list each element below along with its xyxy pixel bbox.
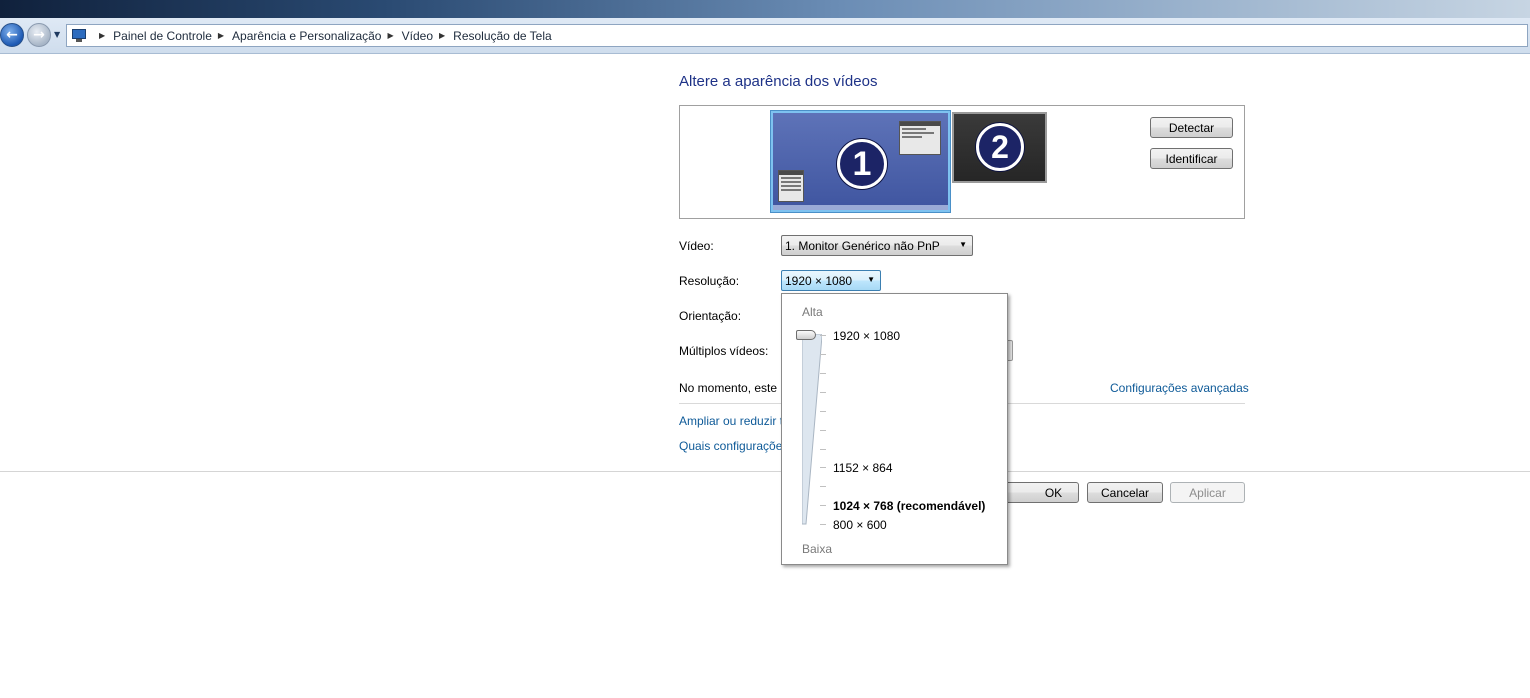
high-label: Alta	[802, 305, 823, 319]
back-arrow-icon: ←	[6, 27, 18, 43]
low-label: Baixa	[802, 542, 833, 556]
back-button[interactable]: ←	[0, 23, 24, 47]
slider-tick	[820, 392, 826, 393]
video-select-value: 1. Monitor Genérico não PnP	[785, 238, 940, 253]
cancel-button[interactable]: Cancelar	[1087, 482, 1163, 503]
divider	[0, 471, 1530, 472]
monitor-2-number: 2	[976, 123, 1024, 171]
monitor-1-number: 1	[837, 139, 887, 189]
ok-button[interactable]: OK	[1004, 482, 1079, 503]
slider-tick	[820, 467, 826, 468]
apply-button[interactable]: Aplicar	[1170, 482, 1245, 503]
slider-tick	[820, 354, 826, 355]
resolution-slider-thumb[interactable]	[796, 330, 816, 340]
slider-tick	[820, 430, 826, 431]
monitor-2-tile[interactable]: 2	[952, 112, 1047, 183]
recent-pages-dropdown-icon[interactable]: ▼	[54, 30, 60, 39]
slider-tick	[820, 505, 826, 506]
orientation-label: Orientação:	[679, 309, 742, 323]
resolution-select-value: 1920 × 1080	[785, 273, 853, 288]
control-panel-icon	[71, 29, 87, 42]
breadcrumb-separator-icon: ▶	[439, 31, 446, 40]
slider-tick	[820, 449, 826, 450]
breadcrumb-separator-icon: ▶	[387, 31, 394, 40]
resolution-option-1024[interactable]: 1024 × 768 (recomendável)	[833, 499, 985, 513]
chevron-down-icon: ▼	[959, 240, 967, 249]
identify-button[interactable]: Identificar	[1150, 148, 1233, 169]
detect-button[interactable]: Detectar	[1150, 117, 1233, 138]
resolution-option-1152[interactable]: 1152 × 864	[833, 461, 893, 475]
chevron-down-icon: ▼	[867, 275, 875, 284]
monitor-1-tile[interactable]: 1	[771, 111, 950, 212]
address-bar[interactable]: ▶ Painel de Controle ▶ Aparência e Perso…	[66, 24, 1528, 47]
resolution-option-800[interactable]: 800 × 600	[833, 518, 887, 532]
video-select[interactable]: 1. Monitor Genérico não PnP ▼	[781, 235, 973, 256]
mini-window-icon	[899, 121, 941, 155]
page-title: Altere a aparência dos vídeos	[679, 73, 878, 90]
breadcrumb-separator-icon: ▶	[99, 31, 106, 40]
enlarge-text-link[interactable]: Ampliar ou reduzir t	[679, 414, 783, 428]
mini-window-icon	[778, 170, 804, 202]
breadcrumb-separator-icon: ▶	[217, 31, 225, 40]
navigation-bar: ← → ▼ ▶ Painel de Controle ▶ Aparência e…	[0, 18, 1530, 54]
video-label: Vídeo:	[679, 239, 714, 253]
slider-tick	[820, 373, 826, 374]
multiple-displays-label: Múltiplos vídeos:	[679, 344, 769, 358]
resolution-slider-popup: Alta 1920 × 1080 1152 × 864 1024 × 768 (…	[781, 293, 1008, 565]
slider-tick	[820, 486, 826, 487]
resolution-option-1920[interactable]: 1920 × 1080	[833, 329, 900, 343]
current-display-status: No momento, este	[679, 381, 778, 395]
slider-tick	[820, 411, 826, 412]
which-settings-link[interactable]: Quais configuraçõe	[679, 439, 782, 453]
breadcrumb-resolucao[interactable]: Resolução de Tela	[453, 29, 552, 43]
ok-button-label: OK	[1044, 485, 1063, 500]
resolution-select[interactable]: 1920 × 1080 ▼	[781, 270, 881, 291]
slider-wedge	[802, 334, 822, 525]
breadcrumb-video[interactable]: Vídeo	[402, 29, 433, 43]
slider-tick	[820, 335, 826, 336]
forward-arrow-icon: →	[33, 27, 45, 43]
advanced-settings-link[interactable]: Configurações avançadas	[1110, 381, 1249, 395]
slider-tick	[820, 524, 826, 525]
resolution-label: Resolução:	[679, 274, 740, 288]
mini-taskbar	[773, 205, 948, 210]
resolution-slider-track[interactable]	[802, 334, 822, 525]
breadcrumb-painel-de-controle[interactable]: Painel de Controle	[113, 29, 212, 43]
forward-button[interactable]: →	[27, 23, 51, 47]
breadcrumb-aparencia[interactable]: Aparência e Personalização	[232, 29, 381, 43]
